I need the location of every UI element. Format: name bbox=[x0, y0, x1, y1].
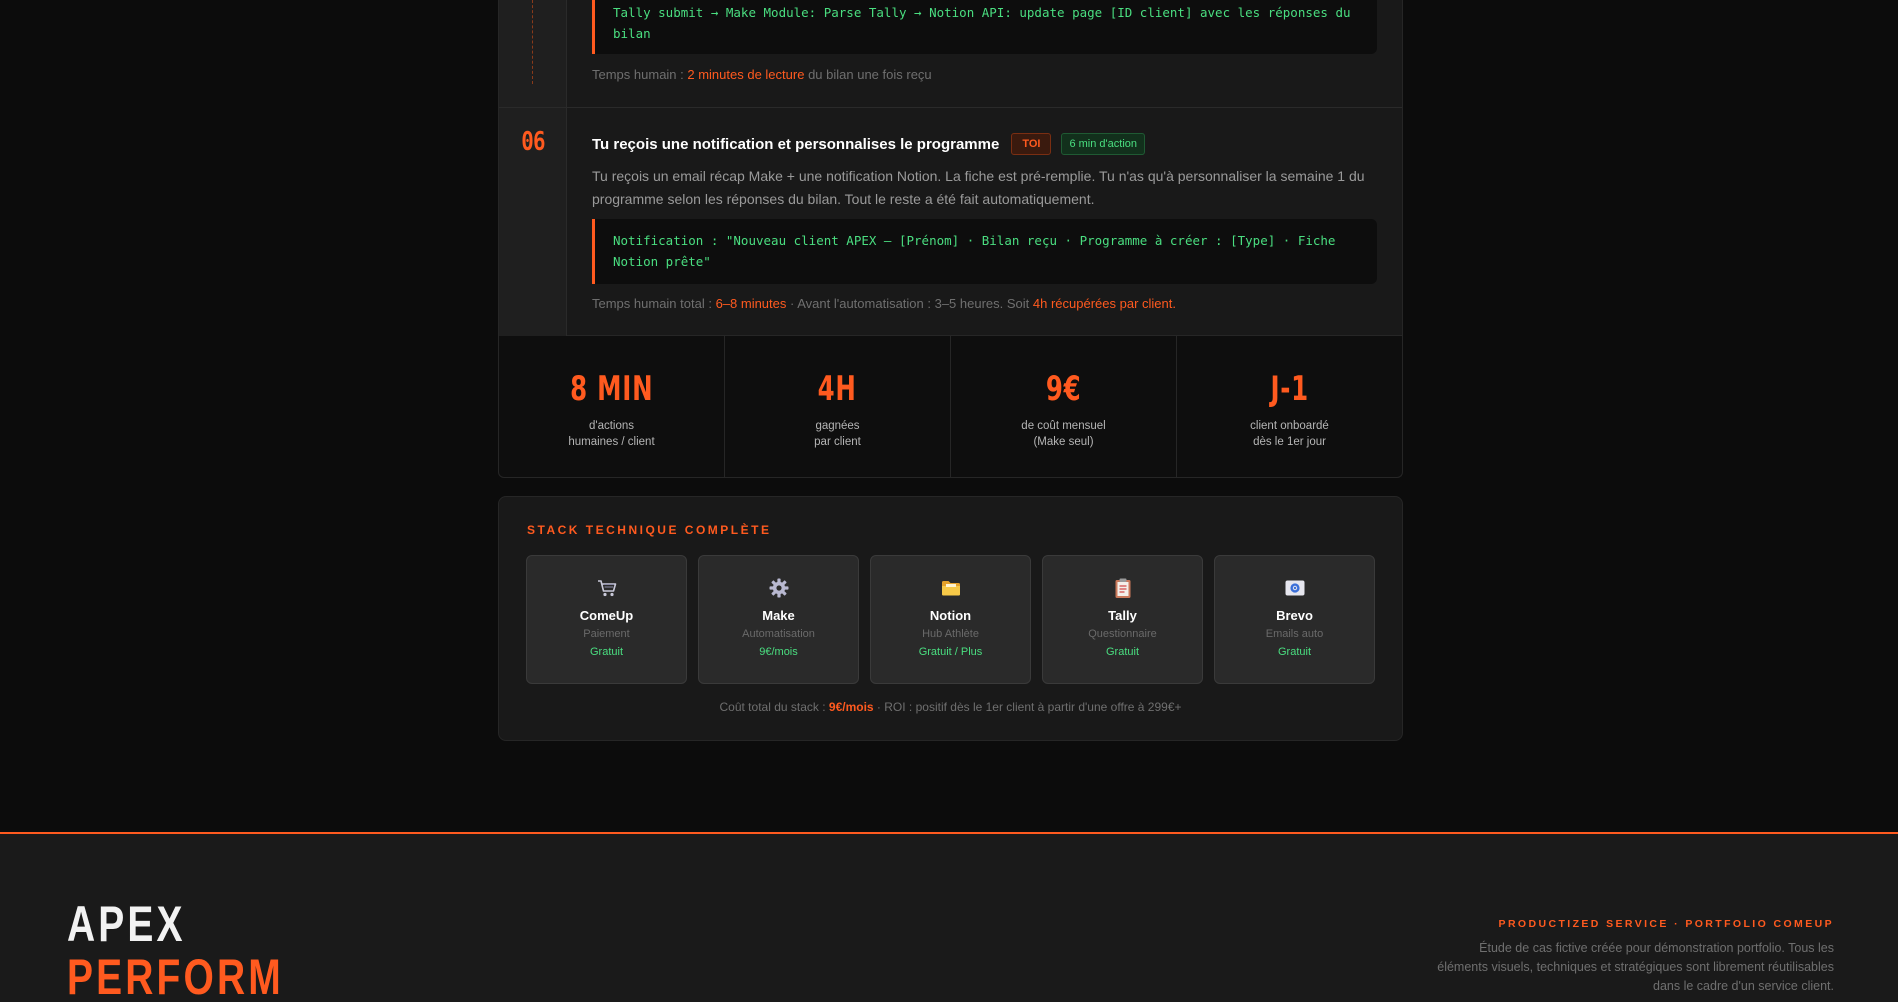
step-rail: 06 bbox=[499, 0, 567, 336]
footer-tagline: PRODUCTIZED SERVICE · PORTFOLIO COMEUP bbox=[1498, 918, 1834, 930]
tool-name: Make bbox=[762, 608, 795, 623]
cart-icon bbox=[527, 576, 686, 600]
stat-value: J-1 bbox=[1270, 369, 1309, 409]
folder-icon bbox=[871, 576, 1030, 600]
footer-info: PRODUCTIZED SERVICE · PORTFOLIO COMEUP É… bbox=[1434, 918, 1834, 996]
stat-item: 4H gagnées par client bbox=[725, 336, 951, 477]
step-title: Tu reçois une notification et personnali… bbox=[592, 135, 1000, 153]
tool-price: Gratuit / Plus bbox=[918, 646, 983, 658]
stat-value: 9€ bbox=[1045, 369, 1082, 409]
stat-item: J-1 client onboardé dès le 1er jour bbox=[1177, 336, 1402, 477]
stat-value: 4H bbox=[818, 369, 857, 409]
step-meta-total: Temps humain total : 6–8 minutes · Avant… bbox=[592, 296, 1176, 311]
tool-role: Automatisation bbox=[742, 628, 815, 640]
tool-card-brevo: Brevo Emails auto Gratuit bbox=[1214, 555, 1375, 684]
workflow-steps-card: 06 Tally submit → Make Module: Parse Tal… bbox=[498, 0, 1403, 336]
stack-cost-summary: Coût total du stack : 9€/mois · ROI : po… bbox=[719, 700, 1182, 714]
footer-disclaimer: Étude de cas fictive créée pour démonstr… bbox=[1437, 941, 1834, 993]
page-footer: APEX PERFORM PRODUCTIZED SERVICE · PORTF… bbox=[0, 832, 1898, 1002]
tool-card-tally: Tally Questionnaire Gratuit bbox=[1042, 555, 1203, 684]
stat-value: 8 MIN bbox=[569, 369, 654, 409]
stat-item: 9€ de coût mensuel (Make seul) bbox=[951, 336, 1177, 477]
step-divider bbox=[499, 107, 1402, 108]
tool-card-notion: Notion Hub Athlète Gratuit / Plus bbox=[870, 555, 1031, 684]
tool-name: Notion bbox=[929, 608, 972, 623]
tool-role: Questionnaire bbox=[1088, 628, 1157, 640]
tool-card-comeup: ComeUp Paiement Gratuit bbox=[526, 555, 687, 684]
tech-stack-card: STACK TECHNIQUE COMPLÈTE ComeUp Paiement… bbox=[498, 496, 1403, 741]
tool-grid: ComeUp Paiement Gratuit Make Automatisat… bbox=[526, 555, 1375, 684]
tool-price: Gratuit bbox=[1277, 646, 1311, 658]
step-connector-line bbox=[532, 0, 533, 84]
time-badge: 6 min d'action bbox=[1061, 133, 1145, 155]
tool-role: Emails auto bbox=[1265, 628, 1324, 640]
clipboard-icon bbox=[1043, 576, 1202, 600]
tool-name: Brevo bbox=[1276, 608, 1313, 623]
step-number: 06 bbox=[521, 127, 545, 157]
tool-price: 9€/mois bbox=[759, 646, 798, 658]
tool-price: Gratuit bbox=[589, 646, 623, 658]
tool-card-make: Make Automatisation 9€/mois bbox=[698, 555, 859, 684]
tool-price: Gratuit bbox=[1105, 646, 1139, 658]
stat-label: d'actions humaines / client bbox=[568, 420, 655, 448]
stat-item: 8 MIN d'actions humaines / client bbox=[499, 336, 725, 477]
step-header: Tu reçois une notification et personnali… bbox=[592, 131, 1145, 157]
tool-role: Paiement bbox=[583, 628, 630, 640]
stat-label: client onboardé dès le 1er jour bbox=[1250, 420, 1329, 448]
stats-row: 8 MIN d'actions humaines / client 4H gagn… bbox=[498, 336, 1403, 478]
step-description: Tu reçois un email récap Make + une noti… bbox=[592, 168, 1365, 207]
stack-title: STACK TECHNIQUE COMPLÈTE bbox=[527, 523, 772, 537]
gear-icon bbox=[699, 576, 858, 600]
stat-label: gagnées par client bbox=[814, 420, 861, 448]
role-badge: TOI bbox=[1011, 133, 1052, 155]
stat-label: de coût mensuel (Make seul) bbox=[1021, 420, 1106, 448]
tool-name: ComeUp bbox=[579, 608, 634, 623]
apex-perform-logo[interactable]: APEX PERFORM bbox=[67, 898, 284, 1002]
step-meta-previous: Temps humain : 2 minutes de lecture du b… bbox=[592, 67, 932, 82]
code-block-previous: Tally submit → Make Module: Parse Tally … bbox=[592, 0, 1377, 54]
code-block-notification: Notification : "Nouveau client APEX — [P… bbox=[592, 219, 1377, 284]
tool-role: Hub Athlète bbox=[922, 628, 979, 640]
email-icon bbox=[1215, 576, 1374, 600]
tool-name: Tally bbox=[1108, 608, 1137, 623]
